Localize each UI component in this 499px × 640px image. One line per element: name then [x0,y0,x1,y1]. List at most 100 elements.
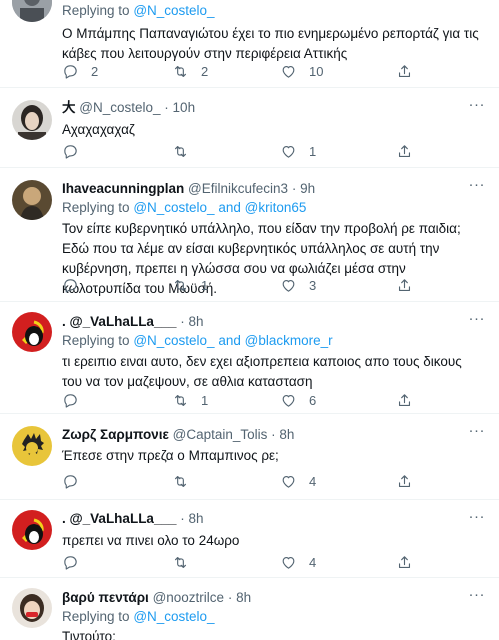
like-count: 1 [309,143,317,159]
retweet-button[interactable] [172,552,201,572]
mention-link[interactable]: @N_costelo_ [133,333,214,348]
avatar[interactable] [12,588,52,628]
handle[interactable]: @N_costelo_ [79,100,160,115]
like-icon [282,475,295,488]
display-name[interactable]: . @_VaLhaLLa___ [62,314,176,329]
more-icon[interactable]: ··· [469,96,486,113]
reply-count: 2 [91,63,99,79]
retweet-button[interactable] [172,141,201,161]
share-icon [398,474,411,487]
reply-button[interactable] [62,275,91,295]
like-icon [282,556,295,569]
mention-joiner: and [218,200,241,215]
tweet[interactable]: . @_VaLhaLLa___ · 8h Replying to @N_cost… [0,302,499,414]
tweet-header: βαρύ πεντάρι @nooztrilce · 8h [62,590,252,605]
mention-link[interactable]: @N_costelo_ [133,200,214,215]
replying-to: Replying to @N_costelo_ and @blackmore_r [62,332,485,350]
retweet-count: 2 [201,63,209,79]
mention-link[interactable]: @kriton65 [245,200,307,215]
timestamp[interactable]: 8h [189,314,204,329]
tweet-header: 大 @N_costelo_ · 10h [62,100,196,115]
avatar[interactable] [12,510,52,550]
mention-joiner: and [218,333,241,348]
share-button[interactable] [396,390,413,410]
reply-button[interactable] [62,552,91,572]
retweet-button[interactable] [172,471,201,491]
share-button[interactable] [396,552,413,572]
handle[interactable]: @nooztrilce [153,590,224,605]
tweet-header: Ihaveacunningplan @Efilnikcufecin3 · 9h [62,181,316,196]
more-icon[interactable]: ··· [469,176,486,193]
tweet[interactable]: βαρύ πεντάρι @nooztrilce · 8h Replying t… [0,578,499,640]
share-button[interactable] [396,275,413,295]
tweet-actions: 1 6 [62,390,422,410]
display-name[interactable]: 大 [62,100,76,115]
share-icon [398,144,411,157]
like-button[interactable]: 10 [280,61,323,81]
share-button[interactable] [396,471,413,491]
share-button[interactable] [396,141,413,161]
retweet-count: 1 [201,277,209,293]
avatar[interactable] [12,100,52,140]
retweet-icon [174,145,187,157]
tweet[interactable]: Ihaveacunningplan @Efilnikcufecin3 · 9h … [0,168,499,302]
handle[interactable]: @Captain_Tolis [173,427,268,442]
timestamp[interactable]: 9h [300,181,315,196]
timestamp[interactable]: 8h [189,511,204,526]
reply-button[interactable] [62,141,91,161]
timestamp[interactable]: 8h [236,590,251,605]
retweet-button[interactable]: 2 [172,61,208,81]
like-button[interactable]: 1 [280,141,316,161]
replying-to-label: Replying to [62,609,130,624]
retweet-icon [174,279,187,291]
like-button[interactable]: 3 [280,275,316,295]
share-icon [398,278,411,291]
tweet[interactable]: Replying to @N_costelo_ Ο Μπάμπης Παπανα… [0,0,499,88]
more-icon[interactable]: ··· [469,586,486,603]
tweet-text: πρεπει να πινει ολο το 24ωρο [62,533,240,548]
retweet-button[interactable]: 1 [172,275,208,295]
like-button[interactable]: 4 [280,471,316,491]
more-icon[interactable]: ··· [469,508,486,525]
tweet[interactable]: Ζωρζ Σαρμπονιε @Captain_Tolis · 8h Έπεσε… [0,414,499,500]
more-icon[interactable]: ··· [469,310,486,327]
mention-link[interactable]: @N_costelo_ [133,609,214,624]
reply-icon [64,278,77,293]
avatar[interactable] [12,426,52,466]
display-name[interactable]: Ihaveacunningplan [62,181,184,196]
reply-icon [64,555,77,570]
reply-button[interactable] [62,390,91,410]
tweet[interactable]: 大 @N_costelo_ · 10h Αχαχαχαχαζ ··· 1 [0,88,499,168]
share-icon [398,64,411,77]
reply-icon [64,474,77,489]
replying-to-label: Replying to [62,200,130,215]
tweet-actions: 2 2 10 [62,61,422,81]
handle[interactable]: @Efilnikcufecin3 [188,181,288,196]
avatar[interactable] [12,0,52,22]
reply-button[interactable] [62,471,91,491]
like-button[interactable]: 6 [280,390,316,410]
display-name[interactable]: Ζωρζ Σαρμπονιε [62,427,169,442]
tweet-actions: 4 [62,471,422,491]
share-icon [398,555,411,568]
avatar[interactable] [12,312,52,352]
like-count: 3 [309,277,317,293]
like-button[interactable]: 4 [280,552,316,572]
tweet[interactable]: . @_VaLhaLLa___ · 8h πρεπει να πινει ολο… [0,500,499,578]
share-button[interactable] [396,61,413,81]
mention-link[interactable]: @blackmore_r [245,333,333,348]
display-name[interactable]: . @_VaLhaLLa___ [62,511,176,526]
replying-to: Replying to @N_costelo_ [62,2,485,20]
timestamp[interactable]: 10h [173,100,196,115]
mention-link[interactable]: @N_costelo_ [133,3,214,18]
tweet-actions: 4 [62,552,422,572]
timestamp[interactable]: 8h [279,427,294,442]
reply-button[interactable]: 2 [62,61,98,81]
display-name[interactable]: βαρύ πεντάρι [62,590,149,605]
more-icon[interactable]: ··· [469,422,486,439]
avatar[interactable] [12,180,52,220]
retweet-icon [174,475,187,487]
tweet-actions: 1 3 [62,275,422,295]
replying-to: Replying to @N_costelo_ and @kriton65 [62,199,485,217]
retweet-button[interactable]: 1 [172,390,208,410]
